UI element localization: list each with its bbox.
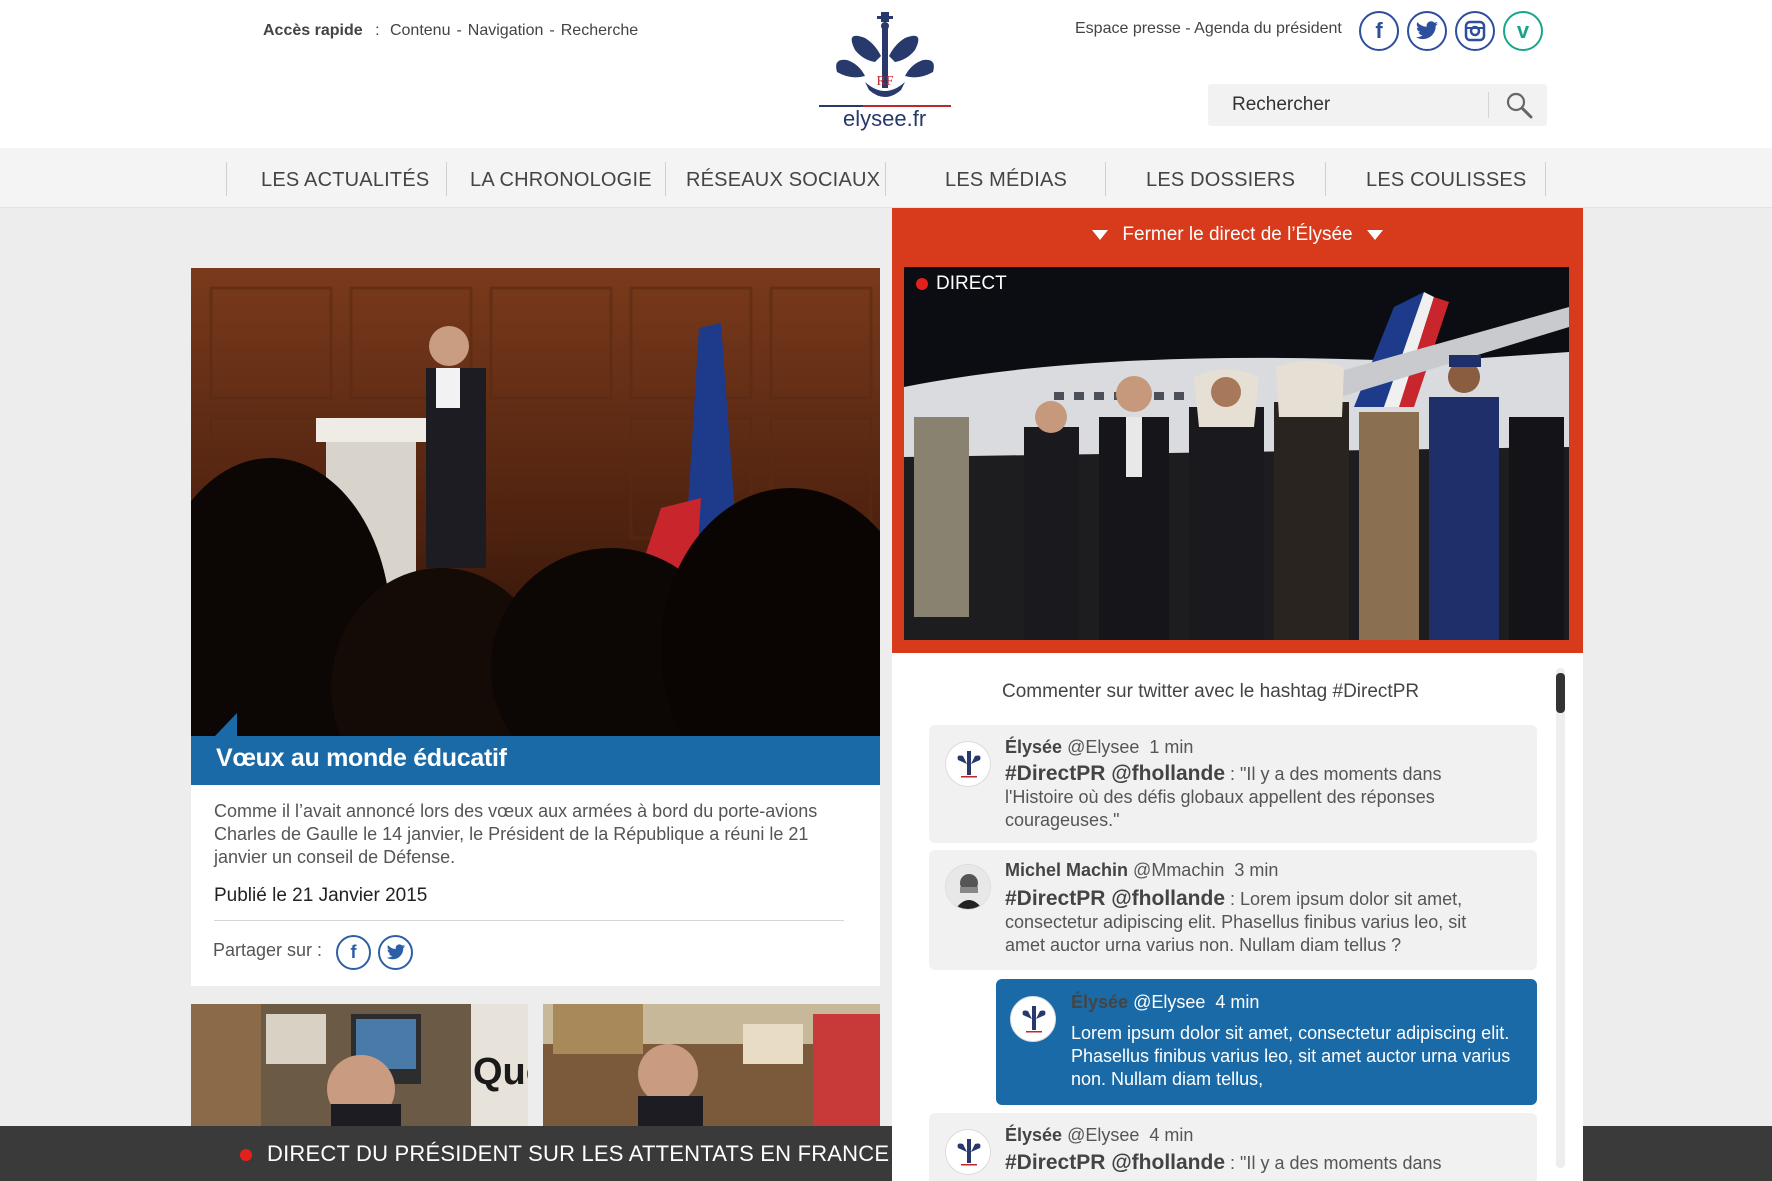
nav-separator (665, 162, 666, 196)
nav-separator (226, 162, 227, 196)
live-badge-label: DIRECT (936, 273, 1007, 294)
quick-access: Accès rapide : Contenu - Navigation - Recher… (263, 22, 638, 40)
feature-title[interactable]: Vœux au monde éducatif (216, 744, 507, 773)
article-thumbnail[interactable] (543, 1004, 880, 1128)
tweet-meta: Élysée @Elysee 1 min (1005, 737, 1194, 757)
svg-text:RF: RF (876, 74, 893, 89)
feature-date: Publié le 21 Janvier 2015 (214, 885, 428, 906)
search-icon[interactable] (1504, 90, 1534, 120)
feed-title: Commenter sur twitter avec le hashtag #D… (1002, 681, 1420, 702)
elysee-avatar[interactable] (1010, 996, 1056, 1042)
live-close-toggle[interactable]: Fermer le direct de l’Élysée (892, 224, 1583, 246)
live-dot-icon (240, 1149, 252, 1161)
nav-separator (1325, 162, 1326, 196)
nav-separator (1105, 162, 1106, 196)
vine-icon[interactable]: v (1503, 11, 1543, 51)
tweet-text: Lorem ipsum dolor sit amet, consectetur … (1071, 1023, 1511, 1089)
article-thumbnail[interactable]: Quo (191, 1004, 528, 1128)
quick-link-contenu[interactable]: Contenu (390, 22, 451, 39)
feature-photo[interactable] (191, 268, 880, 736)
feature-summary: Comme il l’avait annoncé lors des vœux a… (214, 801, 818, 867)
instagram-icon[interactable] (1455, 11, 1495, 51)
nav-separator (885, 162, 886, 196)
tweet-meta: Michel Machin @Mmachin 3 min (1005, 860, 1279, 880)
feature-divider (214, 920, 844, 921)
quick-sep: - (456, 22, 462, 39)
live-video-player[interactable] (904, 267, 1569, 640)
svg-text:Quo: Quo (473, 1051, 528, 1093)
feature-title-notch (215, 713, 237, 736)
quick-sep: - (549, 22, 555, 39)
quick-link-recherche[interactable]: Recherche (561, 22, 638, 39)
share-twitter-icon[interactable] (378, 935, 413, 970)
facebook-icon[interactable]: f (1359, 11, 1399, 51)
caret-down-icon (1366, 229, 1383, 240)
live-badge: DIRECT (916, 273, 1007, 295)
search-box (1208, 84, 1547, 126)
elysee-avatar[interactable] (945, 1129, 991, 1175)
nav-separator (446, 162, 447, 196)
user-avatar[interactable] (945, 864, 991, 910)
quick-access-colon: : (375, 22, 380, 39)
nav-separator (1545, 162, 1546, 196)
quick-link-navigation[interactable]: Navigation (468, 22, 544, 39)
tweet-text: #DirectPR @fhollande : "Il y a des momen… (1005, 1151, 1442, 1174)
search-divider (1488, 92, 1489, 118)
feed-scrollbar-thumb[interactable] (1556, 673, 1565, 713)
nav-coulisses[interactable]: LES COULISSES (1366, 169, 1526, 192)
share-facebook-icon[interactable]: f (336, 935, 371, 970)
quick-access-label: Accès rapide (263, 22, 363, 39)
share-label: Partager sur : (213, 940, 323, 960)
live-ticker-text[interactable]: DIRECT DU PRÉSIDENT SUR LES ATTENTATS EN… (267, 1141, 889, 1167)
search-input[interactable] (1208, 84, 1488, 126)
nav-reseaux-sociaux[interactable]: RÉSEAUX SOCIAUX (686, 169, 880, 192)
logo-text[interactable]: elysee.fr (843, 106, 926, 132)
tweet-text: #DirectPR @fhollande : "Il y a des momen… (1005, 762, 1442, 830)
tweet-meta: Élysée @Elysee 4 min (1071, 992, 1260, 1012)
live-close-label: Fermer le direct de l’Élysée (1122, 224, 1353, 245)
twitter-icon[interactable] (1407, 11, 1447, 51)
feed-scrollbar[interactable] (1556, 668, 1565, 1168)
nav-dossiers[interactable]: LES DOSSIERS (1146, 169, 1295, 192)
tweet-meta: Élysée @Elysee 4 min (1005, 1125, 1194, 1145)
live-dot-icon (916, 278, 928, 290)
tweet-text: #DirectPR @fhollande : Lorem ipsum dolor… (1005, 887, 1467, 955)
press-links[interactable]: Espace presse - Agenda du président (1075, 20, 1342, 38)
elysee-avatar[interactable] (945, 741, 991, 787)
caret-down-icon (1092, 229, 1109, 240)
nav-chronologie[interactable]: LA CHRONOLOGIE (470, 169, 652, 192)
nav-medias[interactable]: LES MÉDIAS (945, 169, 1067, 192)
nav-actualites[interactable]: LES ACTUALITÉS (261, 169, 429, 192)
